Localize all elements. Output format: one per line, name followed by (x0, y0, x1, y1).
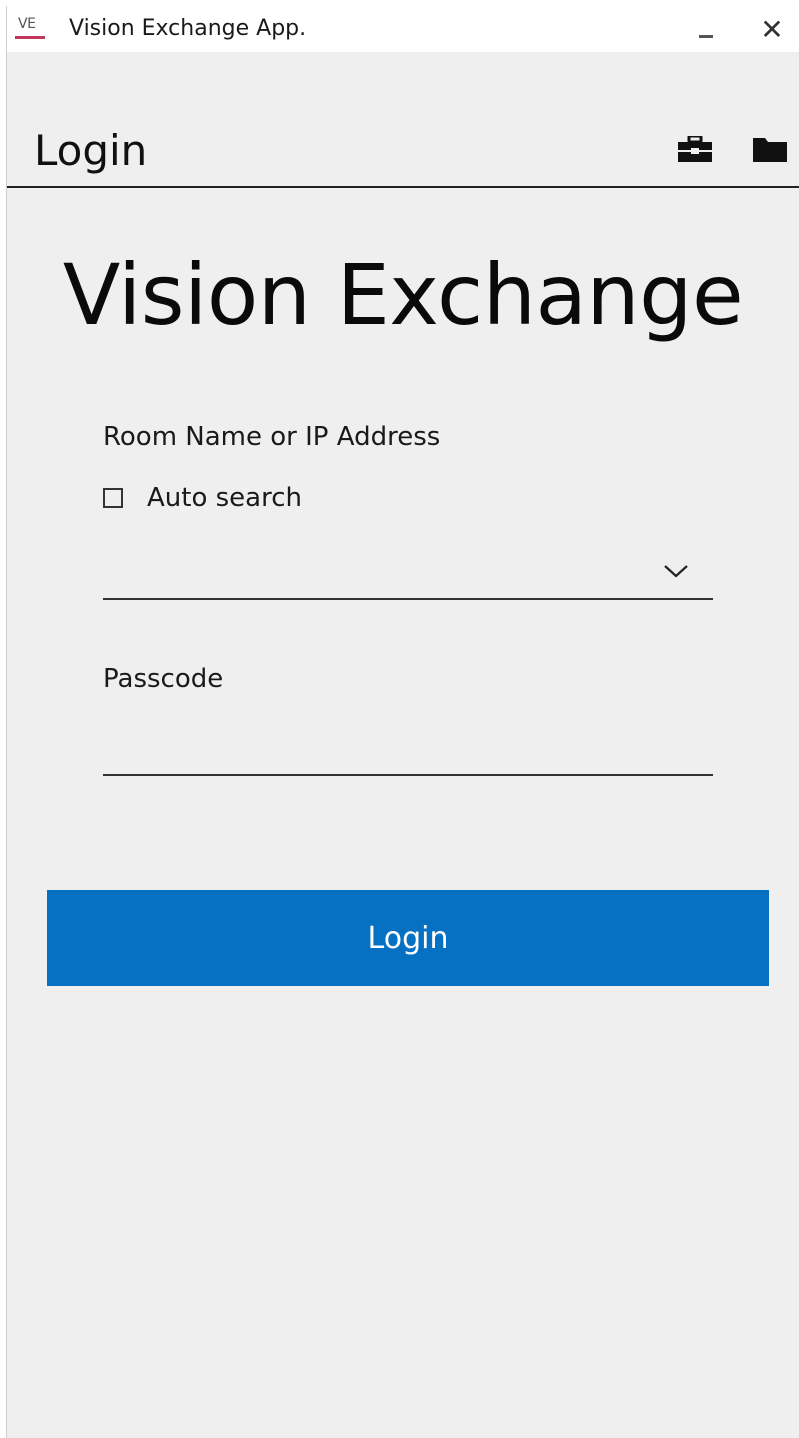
auto-search-checkbox[interactable]: Auto search (103, 480, 302, 516)
minimize-button[interactable] (683, 6, 729, 52)
brand-title: Vision Exchange (62, 246, 744, 344)
title-bar[interactable]: VE Vision Exchange App. ✕ (7, 6, 799, 52)
page-header: Login (7, 52, 799, 188)
close-button[interactable]: ✕ (749, 6, 795, 52)
folder-icon (753, 138, 787, 162)
passcode-field[interactable] (103, 720, 713, 776)
login-button[interactable]: Login (47, 890, 769, 986)
window-title: Vision Exchange App. (69, 16, 307, 41)
app-logo-text: VE (18, 16, 36, 32)
chevron-down-icon[interactable] (661, 558, 691, 582)
app-logo-underline (15, 36, 45, 39)
toolbox-button[interactable] (675, 132, 715, 166)
folder-button[interactable] (750, 132, 790, 166)
page-title: Login (34, 126, 148, 175)
checkbox-box[interactable] (103, 488, 123, 508)
room-name-label: Room Name or IP Address (103, 422, 441, 452)
room-name-combobox[interactable] (103, 548, 713, 600)
close-icon: ✕ (760, 12, 784, 46)
minimize-icon (699, 34, 713, 38)
app-logo-icon: VE (15, 16, 45, 40)
passcode-label: Passcode (103, 664, 224, 694)
toolbox-icon (678, 136, 712, 162)
auto-search-label: Auto search (147, 483, 302, 513)
app-window: VE Vision Exchange App. ✕ Login Vision E… (6, 6, 799, 1438)
